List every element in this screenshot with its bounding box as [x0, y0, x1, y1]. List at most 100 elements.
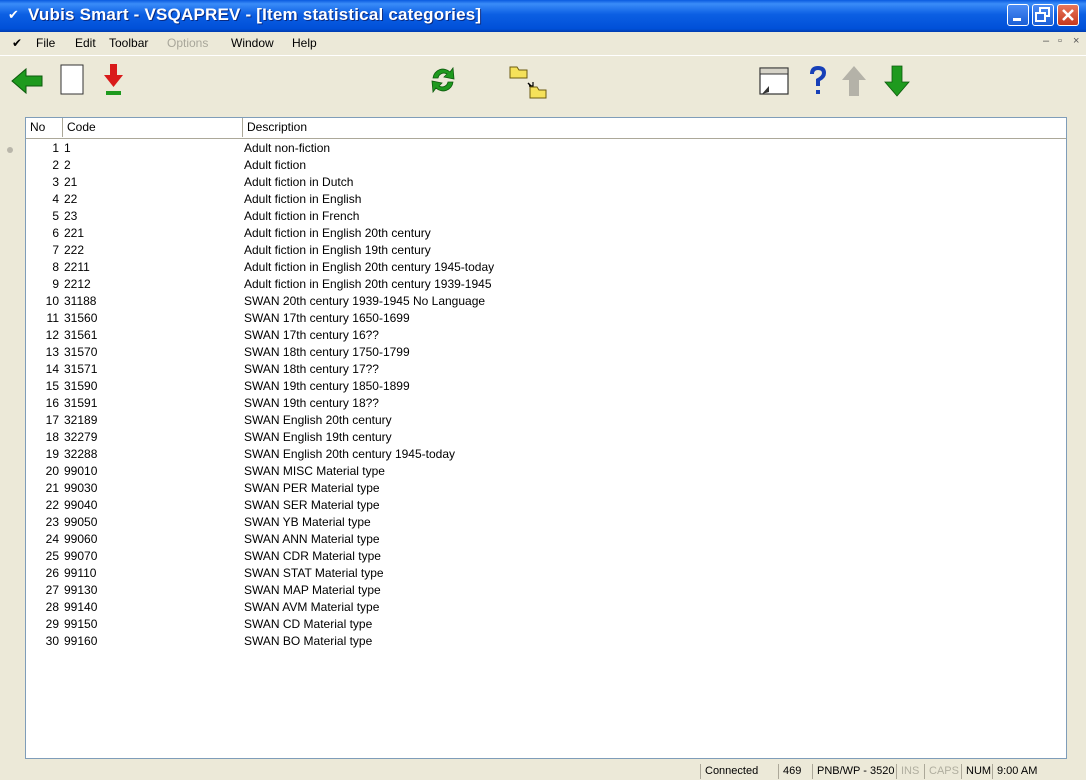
download-red-arrow-icon[interactable] — [102, 62, 126, 98]
row-code: 99030 — [64, 481, 98, 495]
table-row[interactable]: 11 31560 SWAN 17th century 1650-1699 — [26, 310, 1066, 327]
row-number: 20 — [45, 464, 59, 478]
up-arrow-icon[interactable] — [841, 64, 867, 98]
close-button[interactable] — [1057, 4, 1079, 26]
row-number: 5 — [52, 209, 59, 223]
row-code: 99040 — [64, 498, 98, 512]
row-number: 13 — [45, 345, 59, 359]
table-row[interactable]: 26 99110 SWAN STAT Material type — [26, 565, 1066, 582]
menu-file[interactable]: File — [36, 36, 55, 50]
table-row[interactable]: 9 2212 Adult fiction in English 20th centu… — [26, 276, 1066, 293]
table-row[interactable]: 23 99050 SWAN YB Material type — [26, 514, 1066, 531]
row-number: 8 — [52, 260, 59, 274]
refresh-icon[interactable] — [428, 64, 458, 96]
row-code: 2 — [64, 158, 71, 172]
row-code: 31590 — [64, 379, 98, 393]
restore-button[interactable] — [1032, 4, 1054, 26]
item-list[interactable]: No Code Description 1 1 Adult non-fiction 2… — [25, 117, 1067, 759]
row-code: 222 — [64, 243, 85, 257]
minimize-icon — [1013, 18, 1021, 21]
row-code: 31571 — [64, 362, 98, 376]
row-number: 6 — [52, 226, 59, 240]
table-row[interactable]: 5 23 Adult fiction in French — [26, 208, 1066, 225]
table-row[interactable]: 25 99070 SWAN CDR Material type — [26, 548, 1066, 565]
row-number: 10 — [45, 294, 59, 308]
row-description: SWAN 17th century 1650-1699 — [244, 311, 410, 325]
table-row[interactable]: 28 99140 SWAN AVM Material type — [26, 599, 1066, 616]
toolbar — [0, 55, 1086, 108]
table-row[interactable]: 19 32288 SWAN English 20th century 1945-to… — [26, 446, 1066, 463]
row-code: 99150 — [64, 617, 98, 631]
row-code: 99160 — [64, 634, 98, 648]
document-menu-icon[interactable]: ✔ — [12, 36, 22, 50]
table-row[interactable]: 7 222 Adult fiction in English 19th centur… — [26, 242, 1066, 259]
restore-icon — [1035, 7, 1050, 22]
table-row[interactable]: 29 99150 SWAN CD Material type — [26, 616, 1066, 633]
table-row[interactable]: 8 2211 Adult fiction in English 20th centu… — [26, 259, 1066, 276]
row-code: 23 — [64, 209, 78, 223]
menu-edit[interactable]: Edit — [75, 36, 96, 50]
table-row[interactable]: 24 99060 SWAN ANN Material type — [26, 531, 1066, 548]
row-number: 28 — [45, 600, 59, 614]
table-row[interactable]: 17 32189 SWAN English 20th century — [26, 412, 1066, 429]
table-row[interactable]: 30 99160 SWAN BO Material type — [26, 633, 1066, 650]
row-code: 2211 — [64, 260, 90, 274]
table-row[interactable]: 18 32279 SWAN English 19th century — [26, 429, 1066, 446]
table-row[interactable]: 22 99040 SWAN SER Material type — [26, 497, 1066, 514]
menu-help[interactable]: Help — [292, 36, 317, 50]
table-row[interactable]: 21 99030 SWAN PER Material type — [26, 480, 1066, 497]
table-row[interactable]: 2 2 Adult fiction — [26, 157, 1066, 174]
status-num: NUM — [961, 764, 992, 779]
row-number: 18 — [45, 430, 59, 444]
mdi-minimize-icon[interactable]: – — [1043, 35, 1049, 47]
menu-options[interactable]: Options — [167, 36, 208, 50]
row-description: SWAN PER Material type — [244, 481, 380, 495]
column-header-code[interactable]: Code — [63, 118, 243, 137]
column-header-no[interactable]: No — [26, 118, 63, 137]
table-row[interactable]: 13 31570 SWAN 18th century 1750-1799 — [26, 344, 1066, 361]
row-number: 4 — [52, 192, 59, 206]
table-row[interactable]: 14 31571 SWAN 18th century 17?? — [26, 361, 1066, 378]
back-arrow-icon[interactable] — [10, 66, 44, 96]
table-row[interactable]: 1 1 Adult non-fiction — [26, 140, 1066, 157]
table-row[interactable]: 4 22 Adult fiction in English — [26, 191, 1066, 208]
menu-window[interactable]: Window — [231, 36, 274, 50]
row-number: 25 — [45, 549, 59, 563]
row-description: Adult fiction in English 20th century — [244, 226, 431, 240]
row-description: Adult fiction in English 20th century 19… — [244, 260, 495, 274]
row-number: 23 — [45, 515, 59, 529]
minimize-button[interactable] — [1007, 4, 1029, 26]
mdi-close-icon[interactable]: × — [1073, 35, 1079, 47]
table-row[interactable]: 16 31591 SWAN 19th century 18?? — [26, 395, 1066, 412]
table-row[interactable]: 6 221 Adult fiction in English 20th centur… — [26, 225, 1066, 242]
table-row[interactable]: 12 31561 SWAN 17th century 16?? — [26, 327, 1066, 344]
column-header-description[interactable]: Description — [243, 118, 1066, 137]
row-description: SWAN 17th century 16?? — [244, 328, 379, 342]
menu-bar: ✔ File Edit Toolbar Options Window Help … — [0, 32, 1086, 54]
row-description: SWAN 18th century 1750-1799 — [244, 345, 410, 359]
help-icon[interactable] — [806, 64, 830, 98]
row-description: Adult fiction in French — [244, 209, 360, 223]
status-caps: CAPS — [924, 764, 961, 779]
menu-toolbar[interactable]: Toolbar — [109, 36, 148, 50]
row-number: 22 — [45, 498, 59, 512]
row-code: 1 — [64, 141, 71, 155]
row-code: 99070 — [64, 549, 98, 563]
new-document-icon[interactable] — [60, 64, 86, 96]
folder-move-icon[interactable] — [508, 63, 548, 99]
table-row[interactable]: 27 99130 SWAN MAP Material type — [26, 582, 1066, 599]
row-description: Adult fiction in English 20th century 19… — [244, 277, 492, 291]
row-number: 29 — [45, 617, 59, 631]
row-code: 22 — [64, 192, 78, 206]
window-icon[interactable] — [758, 66, 792, 98]
table-row[interactable]: 3 21 Adult fiction in Dutch — [26, 174, 1066, 191]
table-row[interactable]: 10 31188 SWAN 20th century 1939-1945 No La… — [26, 293, 1066, 310]
mdi-restore-icon[interactable]: ▫ — [1058, 35, 1062, 47]
row-number: 11 — [46, 311, 59, 325]
row-number: 14 — [45, 362, 59, 376]
down-arrow-icon[interactable] — [884, 64, 910, 98]
table-row[interactable]: 20 99010 SWAN MISC Material type — [26, 463, 1066, 480]
row-description: SWAN 18th century 17?? — [244, 362, 379, 376]
row-code: 99110 — [64, 566, 97, 580]
table-row[interactable]: 15 31590 SWAN 19th century 1850-1899 — [26, 378, 1066, 395]
